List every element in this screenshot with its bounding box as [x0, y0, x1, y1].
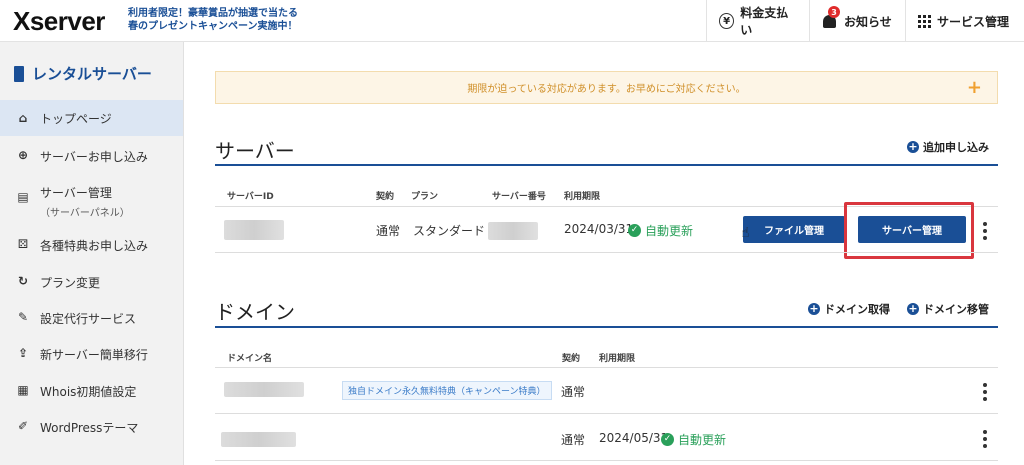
plus-circle-icon: ⊕ — [17, 148, 29, 162]
promo-line-1: 利用者限定！豪華賞品が抽選で当たる — [128, 8, 298, 19]
file-manager-button[interactable]: ファイル管理 — [743, 216, 845, 243]
sidebar-item-label: WordPressテーマ — [40, 421, 139, 435]
sidebar-item-plan-change[interactable]: ↻ プラン変更 — [0, 274, 183, 291]
check-circle-icon: ✓ — [661, 433, 674, 446]
server-manager-button[interactable]: サーバー管理 — [858, 216, 966, 243]
auto-renew-label: 自動更新 — [645, 224, 694, 238]
domain-header-divider — [215, 367, 998, 368]
domain-section-divider — [215, 326, 998, 328]
promo-line-2: 春のプレゼントキャンペーン実施中！ — [128, 21, 298, 32]
notifications-label: お知らせ — [844, 14, 892, 29]
domain-transfer-link[interactable]: + ドメイン移管 — [907, 301, 989, 317]
domain-acquire-label: ドメイン取得 — [824, 303, 890, 316]
more-options-icon[interactable] — [983, 222, 987, 240]
col-expiry: 利用期限 — [564, 192, 601, 202]
contract-value: 通常 — [376, 224, 401, 238]
domain-acquire-link[interactable]: + ドメイン取得 — [808, 301, 890, 317]
notifications-button[interactable]: 3 お知らせ — [809, 0, 905, 42]
sidebar-item-label: サーバー管理 — [40, 186, 112, 200]
yen-icon: ¥ — [719, 13, 735, 29]
expand-plus-icon[interactable]: + — [967, 77, 982, 98]
xserver-logo[interactable]: Xserver — [13, 6, 105, 37]
sidebar-item-benefits[interactable]: ⚄ 各種特典お申し込み — [0, 237, 183, 254]
expiry-value: 2024/03/31 — [564, 222, 634, 236]
alert-text: 期限が迫っている対応があります。お早めにご対応ください。 — [467, 84, 746, 95]
payment-label: 料金支払い — [740, 6, 789, 37]
sidebar-item-label: Whois初期値設定 — [40, 385, 137, 399]
auto-renew-status: ✓ 自動更新 — [628, 222, 693, 239]
domain-expiry-value: 2024/05/31 — [599, 431, 669, 445]
row-divider — [215, 460, 998, 461]
col-domain-name: ドメイン名 — [227, 354, 273, 364]
more-options-icon[interactable] — [983, 430, 987, 448]
bell-icon: 3 — [822, 6, 840, 29]
check-circle-icon: ✓ — [628, 224, 641, 237]
refresh-icon: ↻ — [17, 274, 29, 288]
payment-button[interactable]: ¥ 料金支払い — [706, 0, 809, 42]
sidebar-item-label: プラン変更 — [40, 276, 101, 290]
col-domain-expiry: 利用期限 — [599, 354, 636, 364]
sidebar: レンタルサーバー ⌂ トップページ ⊕ サーバーお申し込み ▤ サーバー管理 （… — [0, 42, 184, 465]
sidebar-item-label: 各種特典お申し込み — [40, 239, 149, 253]
domain-section-title: ドメイン — [215, 300, 295, 324]
server-number-redacted — [488, 222, 538, 240]
col-server-number: サーバー番号 — [492, 192, 546, 202]
sidebar-item-top-page[interactable]: ⌂ トップページ — [0, 100, 183, 136]
upload-icon: ⇪ — [17, 346, 29, 360]
main-content: 期限が迫っている対応があります。お早めにご対応ください。 + サーバー + 追加… — [184, 42, 1024, 465]
more-options-icon[interactable] — [983, 383, 987, 401]
sidebar-item-wordpress-theme[interactable]: ✐ WordPressテーマ — [0, 419, 183, 436]
server-icon: ▤ — [17, 190, 29, 204]
service-management-label: サービス管理 — [937, 14, 1010, 29]
deadline-alert[interactable]: 期限が迫っている対応があります。お早めにご対応ください。 + — [215, 71, 998, 104]
domain-name-redacted — [221, 432, 296, 447]
grid-icon — [918, 14, 931, 28]
free-domain-tag: 独自ドメイン永久無料特典（キャンペーン特典） — [342, 381, 552, 400]
sidebar-item-label: サーバーお申し込み — [40, 150, 148, 164]
home-icon: ⌂ — [18, 111, 28, 125]
sidebar-item-label: 設定代行サービス — [40, 312, 137, 326]
sidebar-item-migration[interactable]: ⇪ 新サーバー簡単移行 — [0, 346, 183, 363]
col-contract: 契約 — [376, 192, 395, 202]
notification-count-badge: 3 — [828, 6, 840, 18]
server-section-divider — [215, 164, 998, 166]
col-plan: プラン — [411, 192, 439, 202]
add-application-label: 追加申し込み — [923, 141, 989, 154]
add-application-link[interactable]: + 追加申し込み — [907, 139, 989, 155]
sidebar-title[interactable]: レンタルサーバー — [14, 63, 152, 84]
col-domain-contract: 契約 — [562, 354, 581, 364]
rental-server-icon — [14, 65, 24, 82]
hand-cursor-icon: ☝ — [741, 225, 750, 241]
campaign-banner[interactable]: 利用者限定！豪華賞品が抽選で当たる 春のプレゼントキャンペーン実施中！ — [128, 7, 298, 33]
edit-icon: ✐ — [17, 419, 29, 433]
server-section-title: サーバー — [215, 139, 295, 163]
domain-name-redacted — [224, 382, 304, 397]
plus-circle-icon: + — [907, 140, 919, 153]
gift-icon: ⚄ — [17, 237, 29, 251]
domain-transfer-label: ドメイン移管 — [923, 303, 989, 316]
row-divider — [215, 252, 998, 253]
col-server-id: サーバーID — [227, 192, 274, 202]
service-management-button[interactable]: サービス管理 — [905, 0, 1024, 42]
plus-circle-icon: + — [907, 302, 919, 315]
domain-contract-value: 通常 — [561, 433, 586, 447]
sidebar-item-setup-service[interactable]: ✎ 設定代行サービス — [0, 310, 183, 327]
top-header: Xserver 利用者限定！豪華賞品が抽選で当たる 春のプレゼントキャンペーン実… — [0, 0, 1024, 42]
wrench-icon: ✎ — [17, 310, 29, 324]
server-id-redacted — [224, 220, 284, 240]
plan-value: スタンダード — [413, 224, 486, 238]
row-divider — [215, 413, 998, 414]
sidebar-item-label: 新サーバー簡単移行 — [40, 348, 148, 362]
sidebar-title-label: レンタルサーバー — [32, 65, 152, 83]
document-icon: ▦ — [17, 383, 29, 397]
sidebar-item-label: トップページ — [40, 111, 112, 126]
sidebar-item-sublabel: （サーバーパネル） — [40, 208, 130, 219]
sidebar-item-server-panel[interactable]: ▤ サーバー管理 （サーバーパネル） — [0, 184, 183, 219]
sidebar-item-server-application[interactable]: ⊕ サーバーお申し込み — [0, 148, 183, 165]
domain-contract-value: 通常 — [561, 385, 586, 399]
sidebar-item-whois[interactable]: ▦ Whois初期値設定 — [0, 383, 183, 400]
plus-circle-icon: + — [808, 302, 820, 315]
auto-renew-status: ✓ 自動更新 — [661, 431, 726, 448]
auto-renew-label: 自動更新 — [678, 433, 727, 447]
